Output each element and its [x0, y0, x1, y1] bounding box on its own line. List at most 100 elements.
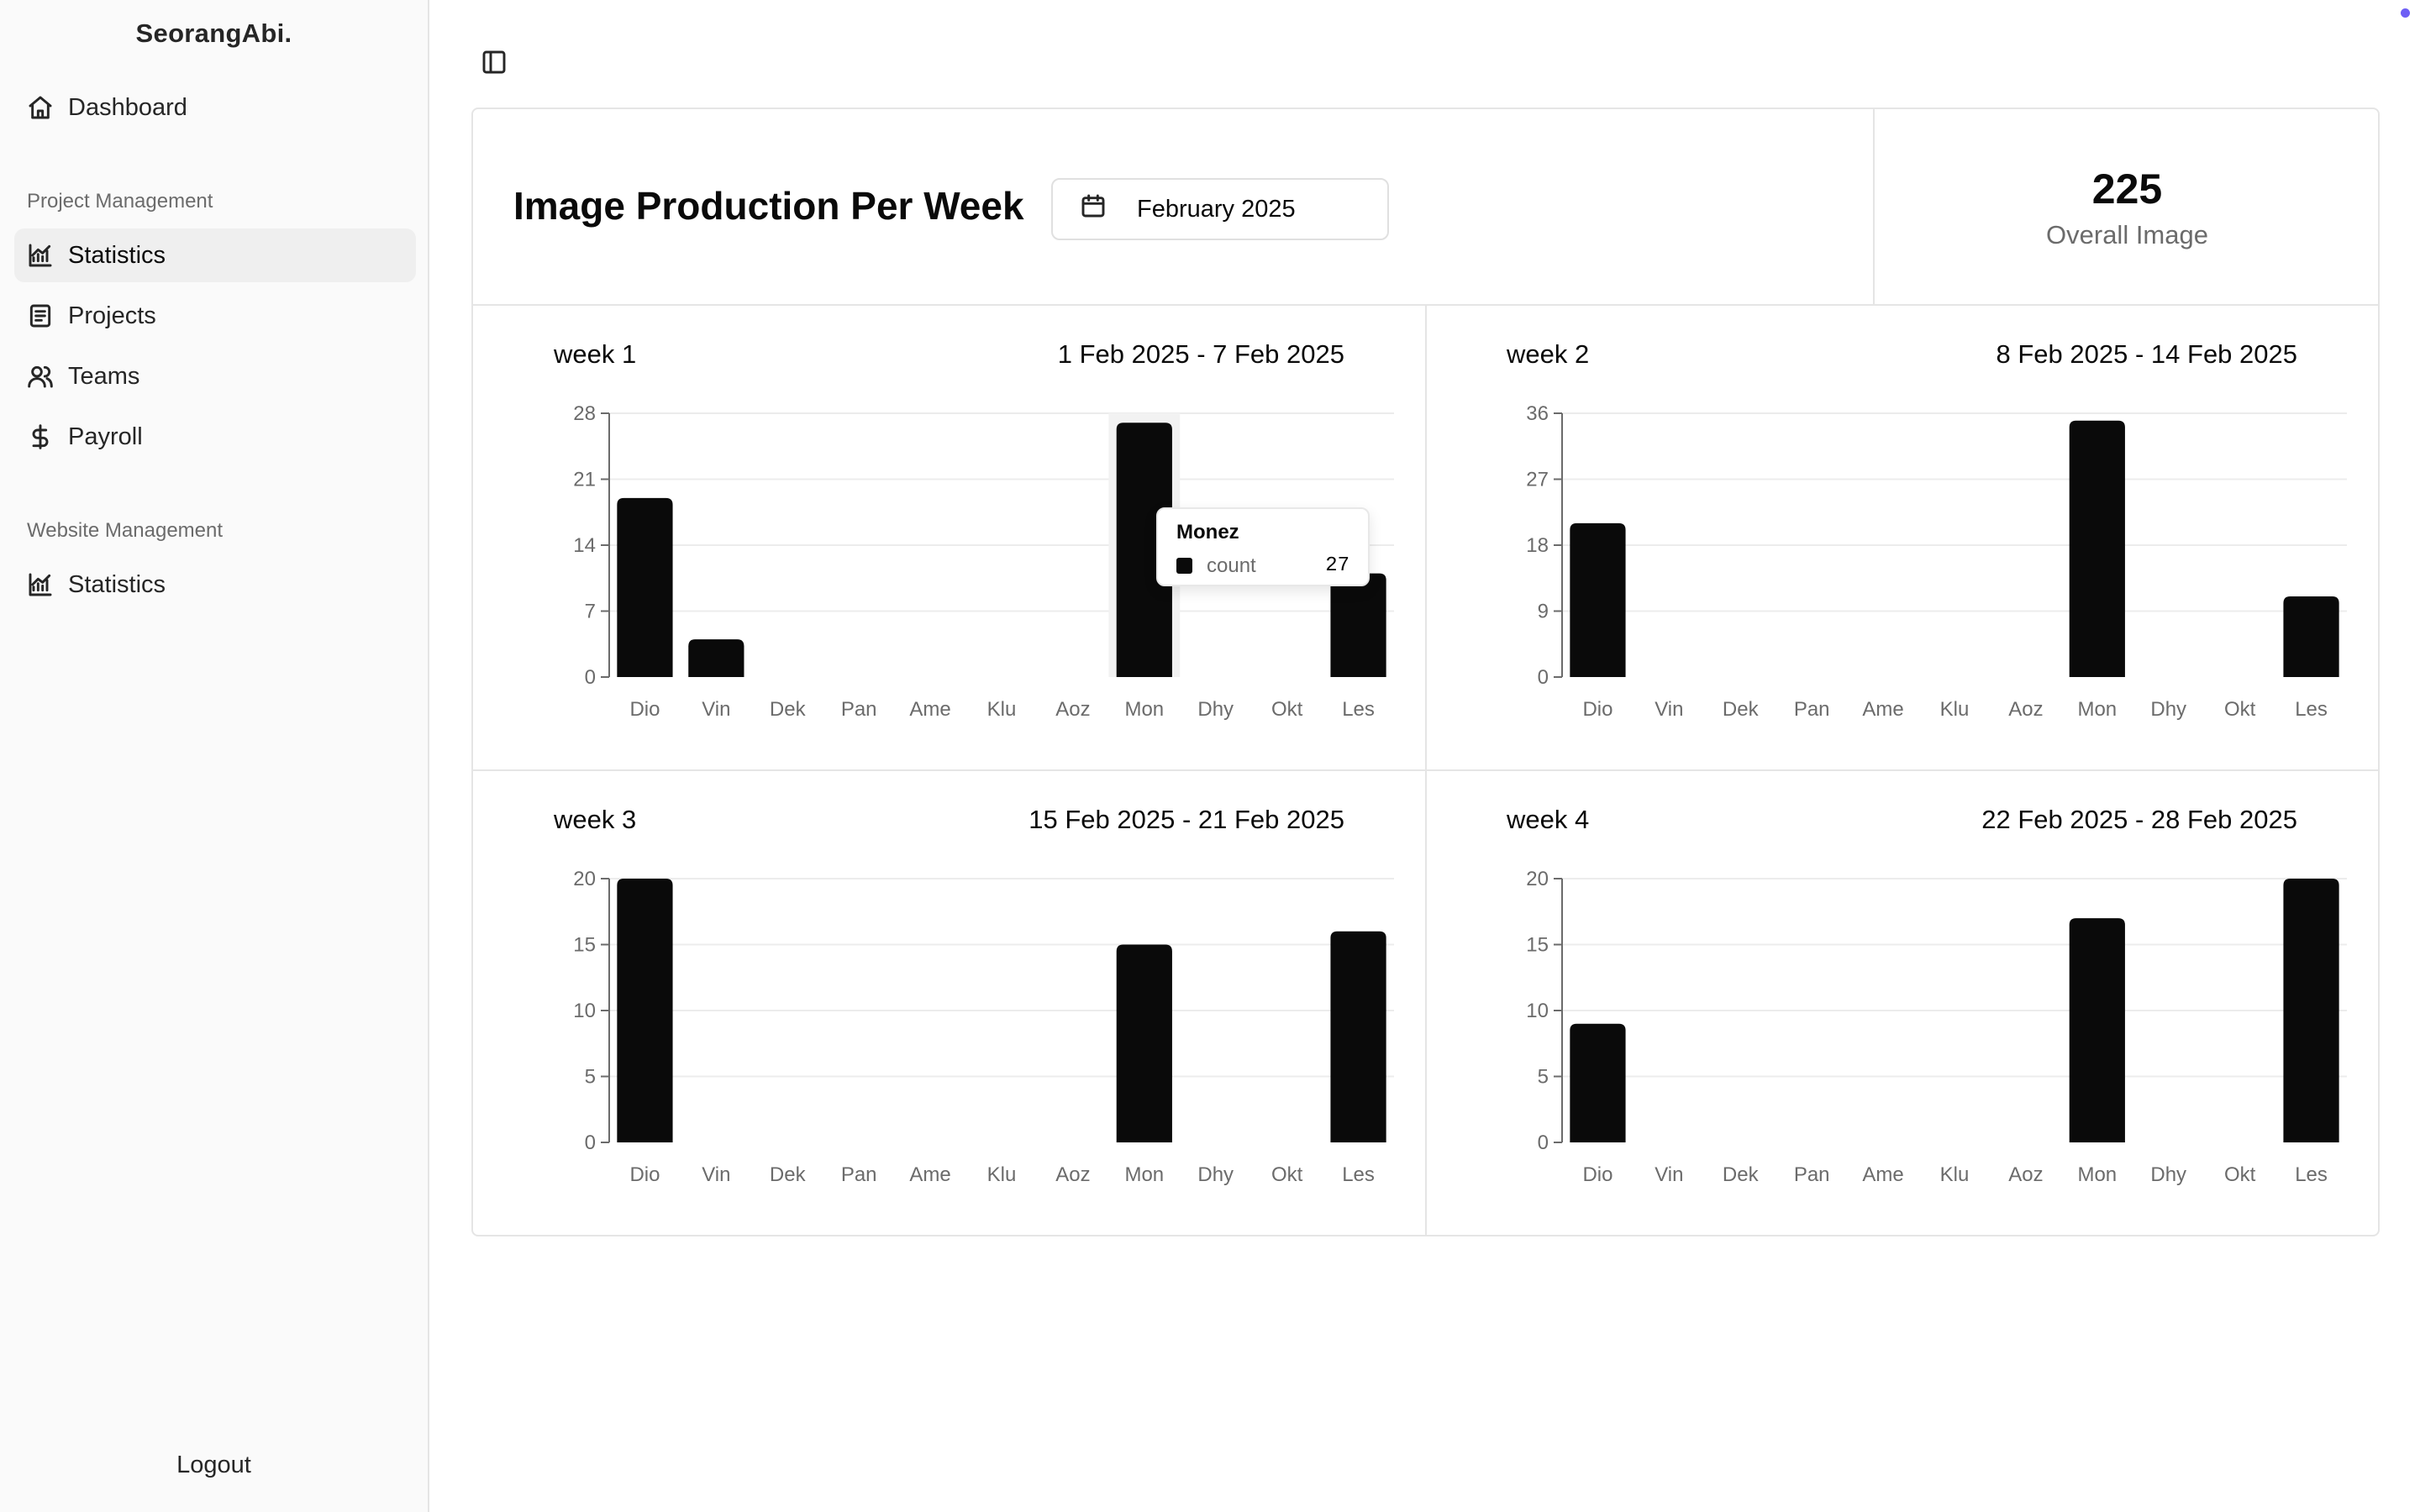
- status-dot: [2401, 8, 2410, 18]
- y-tick-label: 20: [573, 868, 596, 890]
- x-tick-label: Ame: [1862, 698, 1903, 721]
- y-tick-label: 20: [1526, 868, 1549, 890]
- y-tick-label: 9: [1538, 601, 1549, 623]
- x-tick-label: Pan: [1794, 1163, 1830, 1186]
- sidebar-item-payroll[interactable]: Payroll: [14, 410, 416, 464]
- x-tick-label: Aoz: [2008, 698, 2043, 721]
- x-tick-label: Pan: [841, 1163, 877, 1186]
- x-tick-label: Ame: [909, 1163, 950, 1186]
- users-icon: [26, 362, 55, 391]
- calendar-icon: [1080, 192, 1137, 226]
- bar-dio: [617, 497, 673, 677]
- month-picker-value: February 2025: [1137, 195, 1296, 223]
- x-tick-label: Dhy: [1197, 698, 1234, 721]
- x-tick-label: Les: [1342, 1163, 1375, 1186]
- x-tick-label: Ame: [909, 698, 950, 721]
- tooltip-value: 27: [1325, 554, 1349, 577]
- x-tick-label: Vin: [1655, 698, 1683, 721]
- sidebar-item-dashboard[interactable]: Dashboard: [14, 81, 416, 134]
- y-tick-label: 0: [585, 666, 596, 689]
- chart-tooltip: Monez count 27: [1156, 507, 1370, 586]
- week-panel-4: week 4 22 Feb 2025 - 28 Feb 2025 0 5 10 15 2…: [1426, 771, 2378, 1235]
- y-tick-label: 0: [1538, 1131, 1549, 1154]
- page-title: Image Production Per Week: [513, 184, 1024, 228]
- sidebar-item-label: Projects: [68, 302, 156, 329]
- y-tick-label: 10: [1526, 1000, 1549, 1022]
- bar-les: [2283, 596, 2339, 677]
- sidebar-item-label: Statistics: [68, 570, 166, 598]
- x-tick-label: Pan: [841, 698, 877, 721]
- tooltip-key: count: [1207, 554, 1256, 577]
- week-4-bar-chart: 0 5 10 15 20 Dio Vin Dek Pan Ame Klu Aoz Mon Dhy Okt Le…: [1526, 868, 2347, 1186]
- x-tick-label: Dhy: [2150, 698, 2186, 721]
- x-tick-label: Okt: [1271, 1163, 1303, 1186]
- x-tick-label: Dek: [770, 698, 807, 721]
- x-tick-label: Dek: [1723, 698, 1760, 721]
- y-tick-label: 5: [1538, 1066, 1549, 1089]
- section-label-project-management: Project Management: [27, 190, 213, 213]
- bar-mon: [2069, 420, 2125, 677]
- x-tick-label: Ame: [1862, 1163, 1903, 1186]
- x-tick-label: Dio: [1582, 1163, 1612, 1186]
- x-tick-label: Mon: [1124, 698, 1164, 721]
- x-tick-label: Les: [1342, 698, 1375, 721]
- sidebar-item-statistics[interactable]: Statistics: [14, 228, 416, 282]
- overall-image-stat: 225 Overall Image: [1873, 109, 2378, 304]
- logout-button[interactable]: Logout: [0, 1452, 428, 1479]
- x-tick-label: Mon: [1124, 1163, 1164, 1186]
- overall-image-label: Overall Image: [2046, 220, 2208, 249]
- y-tick-label: 18: [1526, 534, 1549, 557]
- month-picker-button[interactable]: February 2025: [1051, 178, 1389, 240]
- x-tick-label: Okt: [1271, 698, 1303, 721]
- bar-les: [1330, 931, 1386, 1142]
- home-icon: [26, 93, 55, 122]
- sidebar-item-label: Dashboard: [68, 93, 187, 121]
- sidebar-toggle-button[interactable]: [477, 47, 511, 81]
- week-2-bar-chart: 0 9 18 27 36 Dio Vin Dek Pan Ame Klu Aoz Mon Dhy Okt Le…: [1526, 402, 2347, 721]
- sidebar-item-label: Statistics: [68, 241, 166, 269]
- x-tick-label: Aoz: [1055, 698, 1090, 721]
- y-tick-label: 0: [585, 1131, 596, 1154]
- sidebar: SeorangAbi. Dashboard Project Management…: [0, 0, 429, 1512]
- y-tick-label: 0: [1538, 666, 1549, 689]
- sidebar-item-projects[interactable]: Projects: [14, 289, 416, 343]
- dollar-icon: [26, 423, 55, 451]
- x-tick-label: Klu: [1940, 698, 1970, 721]
- bar-mon: [2069, 918, 2125, 1142]
- brand-logo: SeorangAbi.: [135, 18, 292, 48]
- x-tick-label: Klu: [987, 698, 1017, 721]
- y-tick-label: 7: [585, 601, 596, 623]
- x-tick-label: Pan: [1794, 698, 1830, 721]
- bar-vin: [688, 639, 744, 677]
- x-tick-label: Dhy: [1197, 1163, 1234, 1186]
- week-3-bar-chart: 0 5 10 15 20 Dio Vin Dek Pan Ame Klu Aoz Mon Dhy Okt Le…: [573, 868, 1394, 1186]
- bar-les: [1330, 573, 1386, 677]
- chart-icon: [26, 570, 55, 599]
- sidebar-item-teams[interactable]: Teams: [14, 349, 416, 403]
- x-tick-label: Dek: [1723, 1163, 1760, 1186]
- sidebar-item-website-statistics[interactable]: Statistics: [14, 558, 416, 612]
- x-tick-label: Dio: [1582, 698, 1612, 721]
- x-tick-label: Vin: [702, 1163, 730, 1186]
- bar-les: [2283, 879, 2339, 1142]
- y-tick-label: 28: [573, 402, 596, 425]
- x-tick-label: Les: [2295, 698, 2328, 721]
- y-tick-label: 5: [585, 1066, 596, 1089]
- y-tick-label: 21: [573, 469, 596, 491]
- chart-icon: [26, 241, 55, 270]
- x-tick-label: Aoz: [1055, 1163, 1090, 1186]
- x-tick-label: Klu: [987, 1163, 1017, 1186]
- x-tick-label: Vin: [1655, 1163, 1683, 1186]
- x-tick-label: Les: [2295, 1163, 2328, 1186]
- document-icon: [26, 302, 55, 330]
- sidebar-item-label: Payroll: [68, 423, 143, 450]
- x-tick-label: Mon: [2077, 698, 2117, 721]
- week-panel-2: week 2 8 Feb 2025 - 14 Feb 2025 0 9 18 27 36…: [1426, 306, 2378, 769]
- y-tick-label: 15: [573, 934, 596, 957]
- bar-dio: [617, 879, 673, 1142]
- x-tick-label: Aoz: [2008, 1163, 2043, 1186]
- x-tick-label: Vin: [702, 698, 730, 721]
- statistics-card: Image Production Per Week February 2025 …: [471, 108, 2380, 1236]
- x-tick-label: Mon: [2077, 1163, 2117, 1186]
- section-label-website-management: Website Management: [27, 519, 224, 542]
